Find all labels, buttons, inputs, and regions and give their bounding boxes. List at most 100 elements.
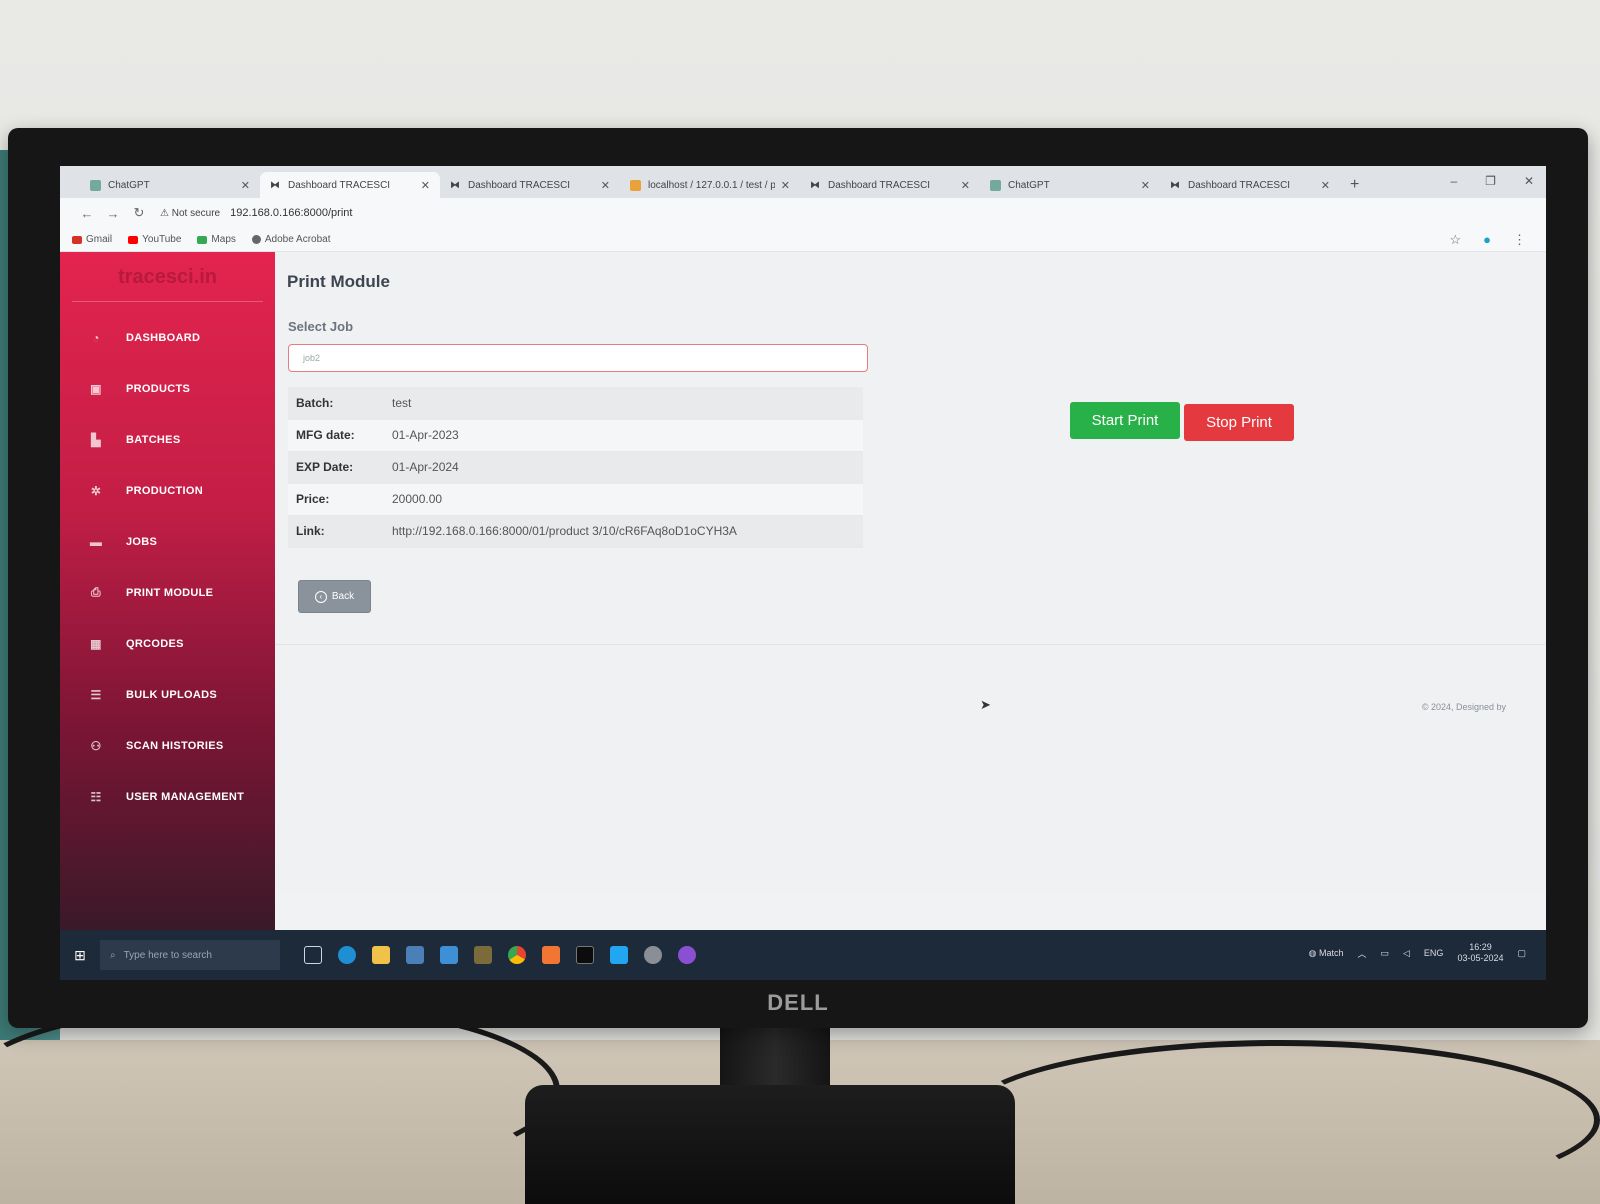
- network-icon[interactable]: ▭: [1380, 948, 1389, 959]
- sidebar-item-dashboard[interactable]: ◔ DASHBOARD: [60, 312, 275, 363]
- not-secure-label: Not secure: [171, 207, 221, 219]
- sidebar-item-label: QRCODES: [126, 637, 184, 650]
- new-tab-button[interactable]: +: [1350, 176, 1359, 194]
- footer-text: © 2024, Designed by: [1421, 702, 1506, 712]
- chrome-icon[interactable]: [508, 946, 526, 964]
- clock[interactable]: 16:29 03-05-2024: [1457, 942, 1503, 964]
- sidebar-item-scan-histories[interactable]: ⚇ SCAN HISTORIES: [60, 720, 275, 771]
- browser-tab[interactable]: ChatGPT ✕: [980, 172, 1160, 198]
- tab-title: ChatGPT: [1008, 179, 1050, 191]
- restore-icon[interactable]: ❐: [1485, 174, 1496, 188]
- clock-date: 03-05-2024: [1457, 953, 1504, 963]
- monitor-brand: DELL: [767, 990, 829, 1015]
- sidebar-item-batches[interactable]: ▙ BATCHES: [60, 414, 275, 465]
- mail-icon[interactable]: [440, 946, 458, 964]
- settings-gear-icon[interactable]: [644, 946, 662, 964]
- close-icon[interactable]: ✕: [421, 179, 430, 192]
- start-print-button[interactable]: Start Print: [1070, 402, 1180, 439]
- close-icon[interactable]: ✕: [781, 179, 790, 192]
- select-job-label: Select Job: [288, 319, 354, 334]
- sidebar-item-qrcodes[interactable]: ▦ QRCODES: [60, 618, 275, 669]
- xampp-icon[interactable]: [542, 946, 560, 964]
- profile-icon[interactable]: ●: [1483, 232, 1491, 248]
- detail-value: 20000.00: [384, 483, 863, 516]
- youtube-icon: [128, 235, 139, 244]
- task-view-icon[interactable]: [304, 946, 322, 964]
- toolbar-right: ☆ ● ⋮: [1449, 232, 1526, 248]
- browser-tab[interactable]: ChatGPT ✕: [80, 172, 260, 198]
- close-window-icon[interactable]: ✕: [1524, 174, 1534, 188]
- taskbar-search[interactable]: ⌕ Type here to search: [100, 940, 280, 970]
- gmail-icon: [72, 235, 82, 244]
- tray-chevron-icon[interactable]: ︿: [1357, 947, 1366, 960]
- reload-icon[interactable]: ↻: [126, 205, 152, 221]
- not-secure-indicator[interactable]: ⚠ Not secure: [160, 208, 220, 219]
- bookmark-label: Maps: [211, 234, 236, 245]
- sidebar: tracesci.in ◔ DASHBOARD ▣ PRODUCTS ▙ BATCHE…: [60, 252, 275, 980]
- binoculars-icon: ⚇: [90, 738, 102, 753]
- close-icon[interactable]: ✕: [601, 179, 610, 192]
- store-icon[interactable]: [474, 946, 492, 964]
- bookmark-label: Adobe Acrobat: [264, 234, 331, 245]
- vscode-icon[interactable]: [610, 946, 628, 964]
- bookmark-adobe-acrobat[interactable]: Adobe Acrobat: [251, 234, 331, 245]
- bookmarks-bar: Gmail YouTube Maps Adobe Acrobat ☆ ● ⋮: [60, 228, 1546, 252]
- language-indicator[interactable]: ENG: [1424, 948, 1444, 958]
- close-icon[interactable]: ✕: [1141, 179, 1150, 192]
- notification-icon[interactable]: ▢: [1517, 948, 1526, 959]
- select-job-dropdown[interactable]: job2: [288, 344, 868, 372]
- address-bar: ← → ↻ ⚠ Not secure 192.168.0.166:8000/pr…: [60, 198, 1546, 228]
- stop-print-button[interactable]: Stop Print: [1184, 404, 1294, 441]
- omnibox[interactable]: ⚠ Not secure 192.168.0.166:8000/print: [160, 207, 352, 219]
- sidebar-item-production[interactable]: ✲ PRODUCTION: [60, 465, 275, 516]
- main-content: Print Module Select Job job2 Batch: test …: [275, 252, 1546, 892]
- tracesci-icon: ⧓: [450, 179, 460, 191]
- url-text[interactable]: 192.168.0.166:8000/print: [230, 207, 352, 219]
- browser-tab[interactable]: ⧓ Dashboard TRACESCI ✕: [440, 172, 620, 198]
- windows-start-icon[interactable]: ⊞: [60, 947, 100, 964]
- sidebar-item-user-management[interactable]: ☷ USER MANAGEMENT: [60, 771, 275, 822]
- close-icon[interactable]: ✕: [961, 179, 970, 192]
- menu-kebab-icon[interactable]: ⋮: [1513, 232, 1526, 248]
- edge-icon[interactable]: [338, 946, 356, 964]
- detail-link[interactable]: http://192.168.0.166:8000/01/product 3/1…: [384, 515, 863, 548]
- file-explorer-icon[interactable]: [372, 946, 390, 964]
- weather-widget[interactable]: ◍ Match: [1309, 948, 1344, 959]
- globe-icon: [251, 235, 261, 244]
- sidebar-item-label: BULK UPLOADS: [126, 688, 217, 701]
- table-row: Price: 20000.00: [288, 483, 863, 516]
- search-icon: ⌕: [110, 949, 116, 961]
- table-row: MFG date: 01-Apr-2023: [288, 419, 863, 452]
- terminal-icon[interactable]: [576, 946, 594, 964]
- github-desktop-icon[interactable]: [678, 946, 696, 964]
- sidebar-item-label: BATCHES: [126, 433, 181, 446]
- close-icon[interactable]: ✕: [241, 179, 250, 192]
- bookmark-maps[interactable]: Maps: [197, 234, 236, 245]
- bookmark-gmail[interactable]: Gmail: [72, 234, 112, 245]
- bookmark-youtube[interactable]: YouTube: [128, 234, 181, 245]
- qrcode-icon: ▦: [90, 636, 102, 651]
- detail-value: 01-Apr-2024: [384, 451, 863, 484]
- forward-arrow-icon[interactable]: →: [100, 206, 126, 221]
- volume-icon[interactable]: ◁: [1403, 948, 1410, 959]
- sidebar-item-jobs[interactable]: ▬ JOBS: [60, 516, 275, 567]
- back-button[interactable]: ‹ Back: [298, 580, 371, 613]
- site-logo[interactable]: tracesci.in: [72, 252, 263, 302]
- phpmyadmin-icon: [630, 179, 641, 191]
- tracesci-icon: ⧓: [1170, 179, 1180, 191]
- back-arrow-icon[interactable]: ←: [74, 206, 100, 221]
- back-circle-icon: ‹: [314, 590, 327, 603]
- minimize-icon[interactable]: –: [1450, 174, 1457, 188]
- sidebar-item-print-module[interactable]: ⎙ PRINT MODULE: [60, 567, 275, 618]
- browser-tab-active[interactable]: ⧓ Dashboard TRACESCI ✕: [260, 172, 440, 198]
- sidebar-item-products[interactable]: ▣ PRODUCTS: [60, 363, 275, 414]
- sidebar-item-label: PRODUCTS: [126, 382, 191, 395]
- close-icon[interactable]: ✕: [1321, 179, 1330, 192]
- detail-value: test: [384, 387, 863, 420]
- star-icon[interactable]: ☆: [1449, 232, 1461, 248]
- browser-tab[interactable]: localhost / 127.0.0.1 / test / pr... ✕: [620, 172, 800, 198]
- browser-tab[interactable]: ⧓ Dashboard TRACESCI ✕: [800, 172, 980, 198]
- sidebar-item-bulk-uploads[interactable]: ☰ BULK UPLOADS: [60, 669, 275, 720]
- browser-tab[interactable]: ⧓ Dashboard TRACESCI ✕: [1160, 172, 1340, 198]
- calendar-icon[interactable]: [406, 946, 424, 964]
